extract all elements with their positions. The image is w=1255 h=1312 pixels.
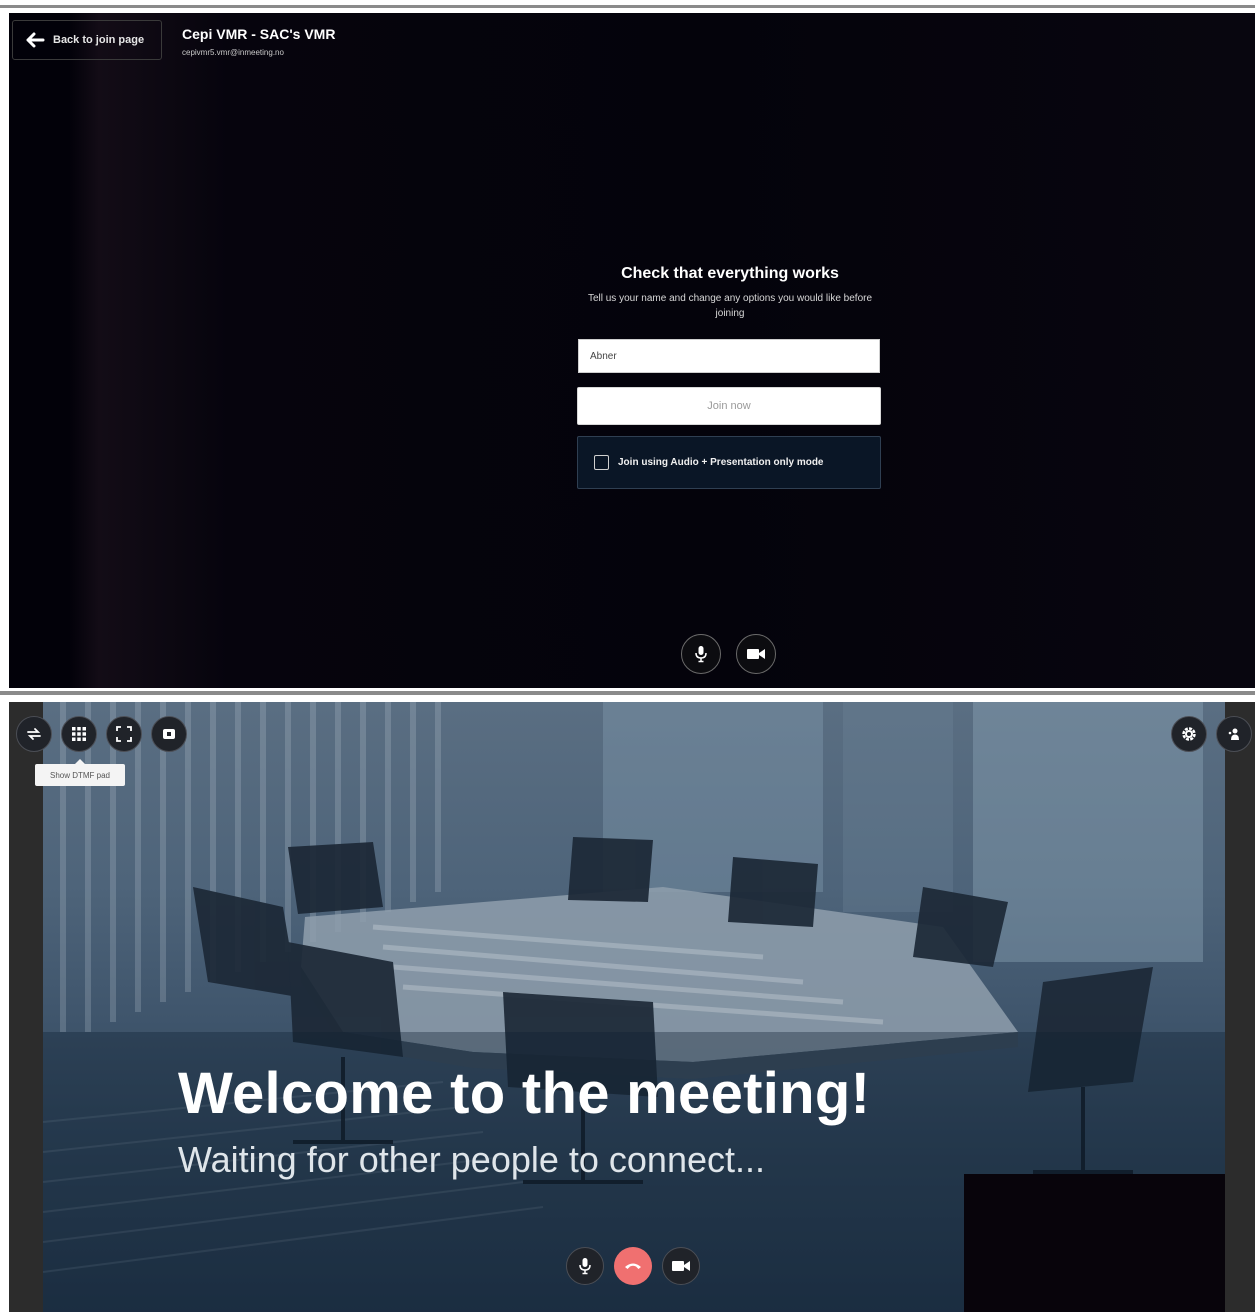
participants-icon [1228, 728, 1239, 740]
settings-button[interactable] [1171, 716, 1207, 752]
dtmf-tooltip: Show DTMF pad [35, 759, 125, 786]
dtmf-keypad-icon [72, 727, 86, 741]
join-now-button[interactable]: Join now [577, 387, 881, 425]
dtmf-pad-button[interactable] [61, 716, 97, 752]
meeting-mic-button[interactable] [566, 1247, 604, 1285]
camera-icon [747, 649, 765, 659]
self-view-video [964, 1174, 1225, 1312]
waiting-text: Waiting for other people to connect... [178, 1139, 766, 1180]
camera-icon [672, 1261, 690, 1271]
switch-layout-icon [27, 728, 41, 740]
audio-only-checkbox[interactable] [594, 455, 609, 470]
arrow-left-icon [26, 32, 45, 48]
top-divider [0, 5, 1255, 8]
settings-icon [1182, 727, 1196, 741]
back-button-label: Back to join page [53, 34, 145, 46]
back-to-join-button[interactable]: Back to join page [12, 20, 162, 60]
prejoin-mic-button[interactable] [681, 634, 721, 674]
presentation-button[interactable] [151, 716, 187, 752]
welcome-title: Welcome to the meeting! [178, 1061, 871, 1126]
prejoin-heading: Check that everything works [621, 265, 839, 282]
prejoin-screen: Back to join page Cepi VMR - SAC's VMR c… [9, 13, 1255, 688]
prejoin-subheading: Tell us your name and change any options… [587, 293, 873, 319]
room-name: Cepi VMR - SAC's VMR [182, 26, 336, 42]
display-name-input[interactable] [578, 339, 880, 373]
presentation-icon [163, 729, 175, 739]
microphone-icon [579, 1258, 591, 1275]
participants-button[interactable] [1216, 716, 1252, 752]
microphone-icon [695, 646, 707, 663]
fullscreen-button[interactable] [106, 716, 142, 752]
switch-layout-button[interactable] [16, 716, 52, 752]
middle-divider [0, 691, 1255, 695]
prejoin-camera-button[interactable] [736, 634, 776, 674]
meeting-screen: Show DTMF pad Welcome to the meeting! Wa… [9, 702, 1255, 1312]
hang-up-button[interactable] [614, 1247, 652, 1285]
room-uri: cepivmr5.vmr@inmeeting.no [182, 48, 284, 57]
audio-only-option[interactable]: Join using Audio + Presentation only mod… [577, 436, 881, 489]
hang-up-icon [625, 1263, 641, 1269]
meeting-camera-button[interactable] [662, 1247, 700, 1285]
fullscreen-icon [116, 726, 132, 742]
prejoin-form: Check that everything works Tell us your… [577, 265, 883, 489]
audio-only-label: Join using Audio + Presentation only mod… [618, 457, 824, 468]
